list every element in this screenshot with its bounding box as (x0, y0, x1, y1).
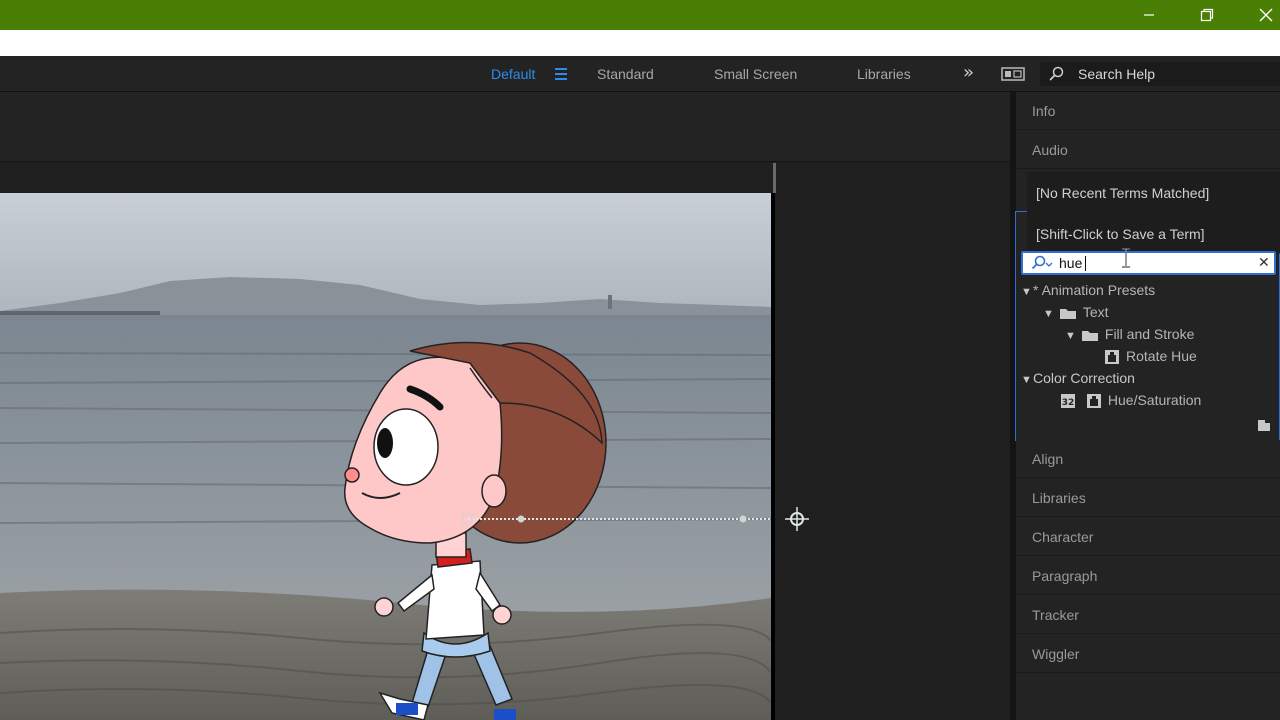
close-icon[interactable] (1243, 0, 1280, 30)
effects-search-value: hue (1059, 255, 1083, 271)
workspace-default[interactable]: Default (491, 56, 535, 92)
anchor-point-icon[interactable] (785, 507, 809, 531)
tree-item-label: Fill and Stroke (1104, 326, 1195, 342)
composition-frame[interactable] (0, 193, 775, 720)
tree-item-hue-saturation[interactable]: 32 Hue/Saturation (1060, 389, 1201, 411)
panel-tab-align[interactable]: Align (1016, 440, 1280, 478)
bit-depth-32-icon: 32 (1061, 394, 1075, 409)
panel-tab-libraries[interactable]: Libraries (1016, 479, 1280, 517)
workspace-small-screen[interactable]: Small Screen (714, 56, 797, 92)
tree-item-label: * Animation Presets (1033, 282, 1156, 298)
composition-toolbar (0, 92, 1010, 162)
ibeam-cursor-icon (1122, 248, 1130, 268)
title-bar (0, 0, 1280, 30)
effect-icon (1086, 394, 1101, 409)
panel-tab-character[interactable]: Character (1016, 518, 1280, 556)
workspace-standard[interactable]: Standard (597, 56, 654, 92)
disclosure-triangle-icon[interactable]: ▼ (1043, 303, 1055, 325)
tree-item-animation-presets[interactable]: ▼* Animation Presets (1021, 279, 1155, 301)
tree-item-fill-and-stroke-folder[interactable]: ▼ Fill and Stroke (1065, 323, 1194, 345)
minimize-icon[interactable] (1126, 0, 1172, 30)
workspace-libraries[interactable]: Libraries (857, 56, 911, 92)
work-area-marker (773, 163, 776, 193)
tree-item-label: Rotate Hue (1126, 348, 1197, 364)
svg-text:32: 32 (1062, 398, 1075, 408)
disclosure-triangle-icon[interactable]: ▼ (1065, 325, 1077, 347)
menu-bar (0, 30, 1280, 56)
restore-icon[interactable] (1184, 0, 1230, 30)
search-help-placeholder: Search Help (1078, 66, 1156, 82)
panel-tab-audio[interactable]: Audio (1016, 131, 1280, 169)
tree-item-label: Hue/Saturation (1107, 392, 1202, 408)
beach-scene-image (0, 193, 771, 720)
clear-search-icon[interactable]: ✕ (1258, 254, 1270, 272)
effects-search-input[interactable]: hue ✕ (1021, 251, 1276, 275)
folder-icon (1081, 331, 1098, 342)
recent-term-item[interactable]: [Shift-Click to Save a Term] (1036, 224, 1205, 244)
new-folder-icon[interactable] (1256, 418, 1272, 432)
folder-icon (1059, 309, 1076, 320)
search-icon (1049, 66, 1064, 81)
search-icon (1031, 255, 1053, 270)
recent-term-item[interactable]: [No Recent Terms Matched] (1036, 183, 1209, 203)
tree-item-color-correction[interactable]: ▼Color Correction (1021, 367, 1135, 389)
tree-item-label: Color Correction (1033, 370, 1135, 386)
disclosure-triangle-icon[interactable]: ▼ (1021, 281, 1033, 303)
chevron-double-right-icon[interactable]: » (963, 56, 974, 92)
preset-icon (1105, 350, 1119, 365)
workspace-menu-icon[interactable] (555, 68, 567, 80)
workspace-settings-icon[interactable] (1001, 66, 1025, 86)
search-help-field[interactable]: Search Help (1040, 62, 1280, 86)
panel-tab-tracker[interactable]: Tracker (1016, 596, 1280, 634)
panel-tab-info[interactable]: Info (1016, 92, 1280, 130)
text-caret (1085, 256, 1086, 271)
disclosure-triangle-icon[interactable]: ▼ (1021, 369, 1033, 391)
tree-item-text-folder[interactable]: ▼ Text (1043, 301, 1109, 323)
tree-item-rotate-hue[interactable]: Rotate Hue (1104, 345, 1197, 367)
panel-tab-paragraph[interactable]: Paragraph (1016, 557, 1280, 595)
tree-item-label: Text (1082, 304, 1109, 320)
panel-tab-wiggler[interactable]: Wiggler (1016, 635, 1280, 673)
